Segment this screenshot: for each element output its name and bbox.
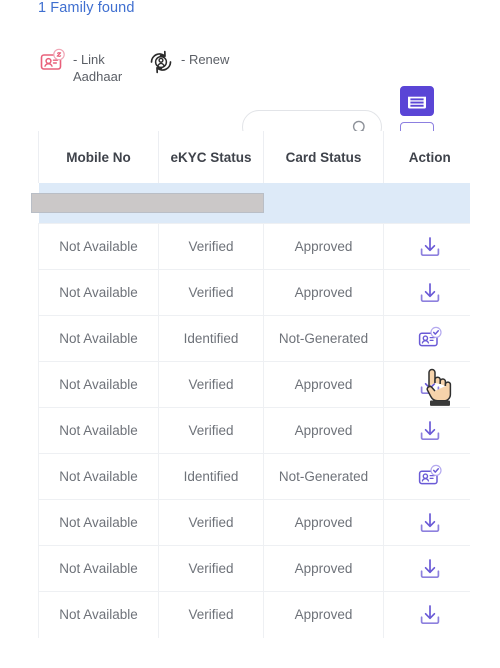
renew-refresh-person-icon [146, 48, 176, 76]
result-count-label: 1 Family found [38, 0, 135, 16]
cell-mobile-no: Not Available [38, 315, 159, 362]
cell-card-status: Not-Generated [263, 315, 384, 362]
cell-ekyc-status: Verified [158, 499, 264, 546]
table-row[interactable]: Not Available Verified Approved [38, 361, 470, 408]
legend-renew: - Renew [146, 48, 229, 76]
legend-link-aadhaar: - Link Aadhaar [38, 48, 135, 85]
table-row[interactable]: Not Available Verified Approved [38, 591, 470, 638]
cell-card-status: Approved [263, 361, 384, 408]
cell-action [383, 407, 470, 454]
cell-card-status: Approved [263, 499, 384, 546]
table-row[interactable]: Not Available Identified Not-Generated [38, 453, 470, 500]
ekyc-card-check-icon[interactable] [417, 326, 443, 352]
download-icon[interactable] [417, 510, 443, 536]
cell-card-status: Approved [263, 407, 384, 454]
cell-mobile-no: Not Available [38, 269, 159, 316]
cell-action [383, 269, 470, 316]
table-body: Not Available Verified Approved Not Availab… [30, 183, 470, 638]
cell-action [383, 361, 470, 408]
cell-action [383, 545, 470, 592]
cell-ekyc-status: Verified [158, 545, 264, 592]
download-icon[interactable] [417, 372, 443, 398]
cell-action [383, 591, 470, 638]
cell-mobile-no: Not Available [38, 223, 159, 270]
cell-ekyc-status: Identified [158, 315, 264, 362]
download-icon[interactable] [417, 602, 443, 628]
legend-link-aadhaar-label: - Link Aadhaar [73, 52, 123, 84]
highlight-empty-cell [263, 183, 470, 224]
cell-ekyc-status: Verified [158, 361, 264, 408]
ekyc-card-check-icon[interactable] [417, 464, 443, 490]
cell-card-status: Approved [263, 591, 384, 638]
family-members-table-container[interactable]: Mobile No eKYC Status Card Status Action… [30, 131, 470, 668]
column-header-ekyc-status[interactable]: eKYC Status [158, 131, 264, 183]
toolbar: - Link Aadhaar - Renew [0, 40, 500, 152]
cell-mobile-no: Not Available [38, 361, 159, 408]
cell-ekyc-status: Identified [158, 453, 264, 500]
cell-mobile-no: Not Available [38, 545, 159, 592]
table-row[interactable]: Not Available Verified Approved [38, 499, 470, 546]
column-header-action[interactable]: Action [383, 131, 470, 183]
download-icon[interactable] [417, 234, 443, 260]
column-header-card-status[interactable]: Card Status [263, 131, 384, 183]
table-row[interactable]: Not Available Verified Approved [38, 545, 470, 592]
family-search-results-page: 1 Family found - Link Aadhaar - Renew Mo… [0, 0, 500, 668]
download-icon[interactable] [417, 556, 443, 582]
cell-mobile-no: Not Available [38, 499, 159, 546]
family-members-table: Mobile No eKYC Status Card Status Action… [30, 131, 470, 638]
cell-card-status: Approved [263, 223, 384, 270]
cell-card-status: Approved [263, 545, 384, 592]
table-head: Mobile No eKYC Status Card Status Action [38, 131, 470, 183]
aadhaar-card-link-icon [38, 48, 68, 76]
table-row[interactable]: Not Available Identified Not-Generated [38, 315, 470, 362]
cell-mobile-no: Not Available [38, 407, 159, 454]
cell-ekyc-status: Verified [158, 223, 264, 270]
cell-card-status: Not-Generated [263, 453, 384, 500]
cell-mobile-no: Not Available [38, 591, 159, 638]
cell-action [383, 499, 470, 546]
redacted-bar-cell [30, 183, 264, 224]
cell-ekyc-status: Verified [158, 407, 264, 454]
highlighted-redacted-row [30, 183, 470, 224]
cell-action [383, 315, 470, 362]
table-row[interactable]: Not Available Verified Approved [38, 223, 470, 270]
download-icon[interactable] [417, 280, 443, 306]
cell-ekyc-status: Verified [158, 269, 264, 316]
cell-action [383, 223, 470, 270]
list-view-icon [408, 93, 426, 109]
cell-action [383, 453, 470, 500]
legend-renew-label: - Renew [181, 52, 230, 67]
table-header-row: Mobile No eKYC Status Card Status Action [38, 131, 470, 183]
cell-ekyc-status: Verified [158, 591, 264, 638]
cell-mobile-no: Not Available [38, 453, 159, 500]
column-header-mobile-no[interactable]: Mobile No [38, 131, 159, 183]
list-view-button[interactable] [400, 86, 434, 116]
redaction-bar [30, 193, 264, 213]
table-row[interactable]: Not Available Verified Approved [38, 269, 470, 316]
table-row[interactable]: Not Available Verified Approved [38, 407, 470, 454]
download-icon[interactable] [417, 418, 443, 444]
cell-card-status: Approved [263, 269, 384, 316]
